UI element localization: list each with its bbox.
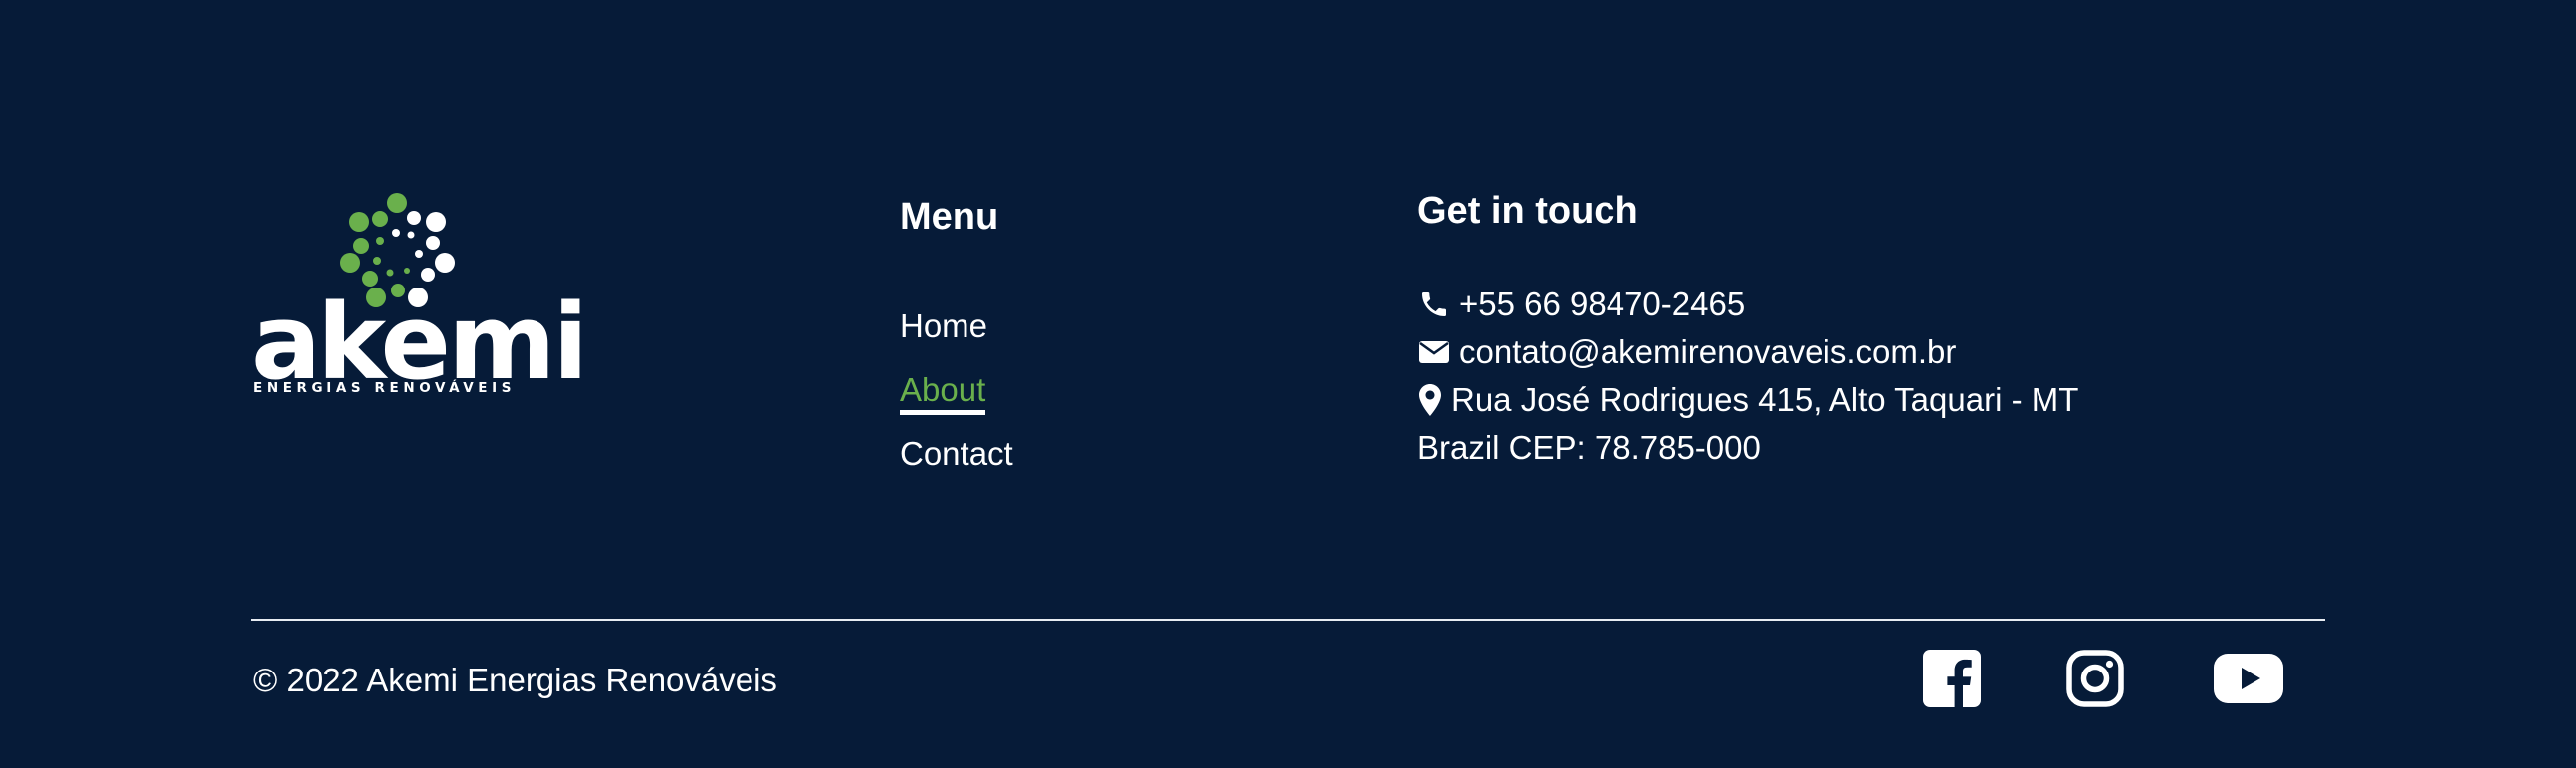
contact-info: Get in touch +55 66 98470-2465 contato@a… (1417, 189, 2313, 466)
map-pin-icon (1417, 383, 1443, 417)
contact-phone-line: +55 66 98470-2465 (1417, 281, 2078, 328)
footer-divider (251, 619, 2325, 621)
contact-address-line: Rua José Rodrigues 415, Alto Taquari - M… (1417, 376, 2078, 424)
akemi-logo[interactable]: akemi ENERGIAS RENOVÁVEIS (251, 191, 588, 400)
facebook-icon[interactable] (1923, 649, 1981, 708)
contact-email[interactable]: contato@akemirenovaveis.com.br (1459, 328, 1956, 376)
copyright-text: © 2022 Akemi Energias Renováveis (253, 662, 777, 698)
contact-lines: +55 66 98470-2465 contato@akemirenovavei… (1417, 281, 2078, 472)
menu-list: Home About Contact (900, 306, 1013, 497)
logo-wordmark: akemi (251, 282, 588, 403)
footer-menu: Menu Home About Contact (900, 195, 1013, 472)
instagram-icon[interactable] (2066, 649, 2124, 708)
contact-email-line: contato@akemirenovaveis.com.br (1417, 328, 2078, 376)
menu-link-about[interactable]: About (900, 370, 986, 415)
menu-item-contact: Contact (900, 434, 1013, 497)
contact-address-1: Rua José Rodrigues 415, Alto Taquari - M… (1451, 381, 2079, 418)
menu-item-about: About (900, 370, 1013, 434)
menu-link-home[interactable]: Home (900, 306, 987, 346)
logo-tagline: ENERGIAS RENOVÁVEIS (253, 380, 517, 396)
menu-link-contact[interactable]: Contact (900, 434, 1013, 474)
contact-heading: Get in touch (1417, 190, 1638, 232)
contact-phone[interactable]: +55 66 98470-2465 (1459, 281, 1745, 328)
contact-address-2: Brazil CEP: 78.785-000 (1417, 429, 1761, 466)
youtube-icon[interactable] (2214, 649, 2283, 708)
contact-address-line-2: Brazil CEP: 78.785-000 (1417, 424, 2078, 472)
envelope-icon (1417, 335, 1451, 369)
menu-heading: Menu (900, 196, 999, 238)
menu-item-home: Home (900, 306, 1013, 370)
phone-icon (1417, 288, 1451, 321)
site-footer: akemi ENERGIAS RENOVÁVEIS Menu Home Abou… (0, 0, 2576, 768)
